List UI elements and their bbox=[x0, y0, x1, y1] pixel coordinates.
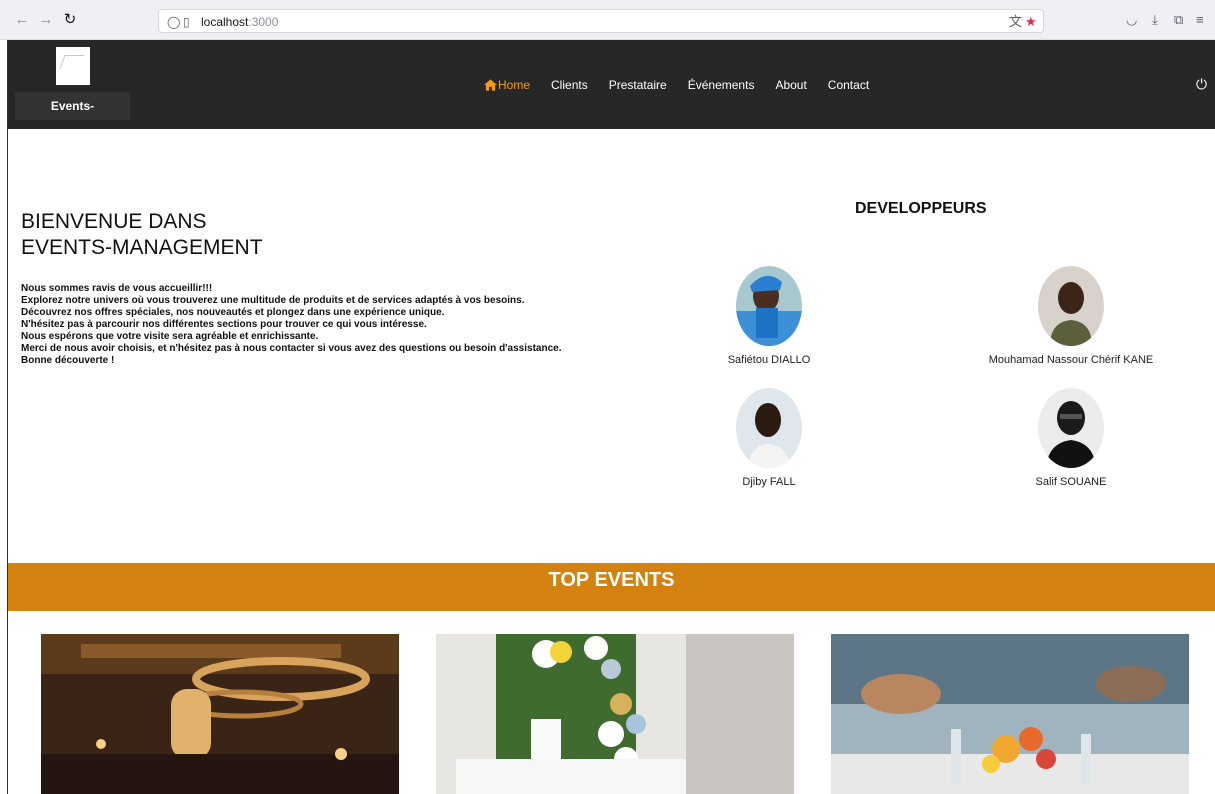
app-header: Events-Management Home Clients Prestatai… bbox=[8, 40, 1215, 141]
page-icon: ▯ bbox=[183, 15, 190, 29]
welcome-title-line1: BIENVENUE DANS bbox=[21, 210, 207, 233]
welcome-paragraph: Nous espérons que votre visite sera agré… bbox=[21, 331, 319, 342]
nav-clients[interactable]: Clients bbox=[551, 78, 588, 92]
top-events-title: TOP EVENTS bbox=[548, 569, 675, 591]
welcome-paragraph: N'hésitez pas à parcourir nos différente… bbox=[21, 319, 427, 330]
brand-name[interactable]: Events-Management bbox=[15, 92, 130, 141]
download-icon[interactable]: ⤓ bbox=[1152, 12, 1158, 28]
developer-name: Salif SOUANE bbox=[1035, 476, 1107, 488]
forward-arrow-icon[interactable]: → bbox=[36, 10, 56, 30]
back-arrow-icon[interactable]: ← bbox=[12, 10, 32, 30]
welcome-paragraph: Découvrez nos offres spéciales, nos nouv… bbox=[21, 307, 445, 318]
top-events-banner: TOP EVENTS bbox=[8, 563, 1215, 611]
reload-icon[interactable]: ↻ bbox=[60, 10, 80, 30]
avatar-photo bbox=[736, 266, 802, 346]
event-card[interactable] bbox=[831, 634, 1189, 794]
browser-toolbar: ← → ↻ ◯ ▯ localhost:3000 文 ★ ◡ ⤓ ⧉ ≡ bbox=[0, 0, 1215, 40]
shield-icon[interactable]: ◯ bbox=[167, 14, 180, 30]
star-icon[interactable]: ★ bbox=[1025, 14, 1037, 30]
avatar bbox=[736, 388, 802, 468]
avatar bbox=[1038, 388, 1104, 468]
welcome-paragraph: Bonne découverte ! bbox=[21, 355, 115, 366]
translate-icon[interactable]: 文 bbox=[1009, 14, 1022, 30]
menu-icon[interactable]: ≡ bbox=[1196, 12, 1204, 28]
avatar bbox=[1038, 266, 1104, 346]
developer-name: Mouhamad Nassour Chérif KANE bbox=[988, 354, 1154, 366]
url-port: :3000 bbox=[248, 15, 279, 29]
event-image bbox=[831, 634, 1189, 794]
avatar bbox=[736, 266, 802, 346]
nav-about[interactable]: About bbox=[775, 78, 806, 92]
developer-card: Djiby FALL bbox=[649, 388, 889, 488]
nav-evenements[interactable]: Événements bbox=[688, 78, 755, 92]
developer-card: Mouhamad Nassour Chérif KANE bbox=[951, 266, 1191, 366]
logo[interactable] bbox=[56, 47, 90, 85]
extensions-icon[interactable]: ⧉ bbox=[1174, 12, 1183, 28]
developer-card: Safiétou DIALLO bbox=[649, 266, 889, 366]
avatar-photo bbox=[736, 388, 802, 468]
nav-prestataire[interactable]: Prestataire bbox=[609, 78, 667, 92]
logo-mark bbox=[59, 55, 85, 69]
home-icon bbox=[484, 79, 497, 91]
welcome-paragraph: Merci de nous avoir choisis, et n'hésite… bbox=[21, 343, 562, 354]
event-card[interactable] bbox=[436, 634, 794, 794]
welcome-paragraph: Explorez notre univers où vous trouverez… bbox=[21, 295, 525, 306]
avatar-photo bbox=[1038, 388, 1104, 468]
developer-card: Salif SOUANE bbox=[951, 388, 1191, 488]
welcome-text: Nous sommes ravis de vous accueillir!!! … bbox=[21, 283, 641, 367]
nav-contact[interactable]: Contact bbox=[828, 78, 869, 92]
avatar-photo bbox=[1038, 266, 1104, 346]
url-text: localhost:3000 bbox=[201, 15, 278, 29]
event-image bbox=[41, 634, 399, 794]
developer-name: Djiby FALL bbox=[742, 476, 796, 488]
nav-home-label: Home bbox=[498, 78, 531, 92]
event-image bbox=[436, 634, 794, 794]
developer-name: Safiétou DIALLO bbox=[727, 354, 811, 366]
pocket-icon[interactable]: ◡ bbox=[1126, 12, 1137, 28]
power-icon[interactable]: ⏻ bbox=[1196, 76, 1207, 92]
main-nav: Home Clients Prestataire Événements Abou… bbox=[484, 77, 890, 93]
welcome-title-line2: EVENTS-MANAGEMENT bbox=[21, 236, 263, 259]
nav-home[interactable]: Home bbox=[484, 78, 530, 92]
event-card[interactable] bbox=[41, 634, 399, 794]
developers-title: DEVELOPPEURS bbox=[855, 200, 987, 217]
url-host: localhost bbox=[201, 15, 249, 29]
welcome-title: BIENVENUE DANS EVENTS-MANAGEMENT bbox=[21, 209, 263, 261]
url-bar[interactable]: ◯ ▯ localhost:3000 文 ★ bbox=[158, 9, 1044, 33]
page-left-border bbox=[7, 40, 8, 794]
welcome-paragraph: Nous sommes ravis de vous accueillir!!! bbox=[21, 283, 213, 294]
